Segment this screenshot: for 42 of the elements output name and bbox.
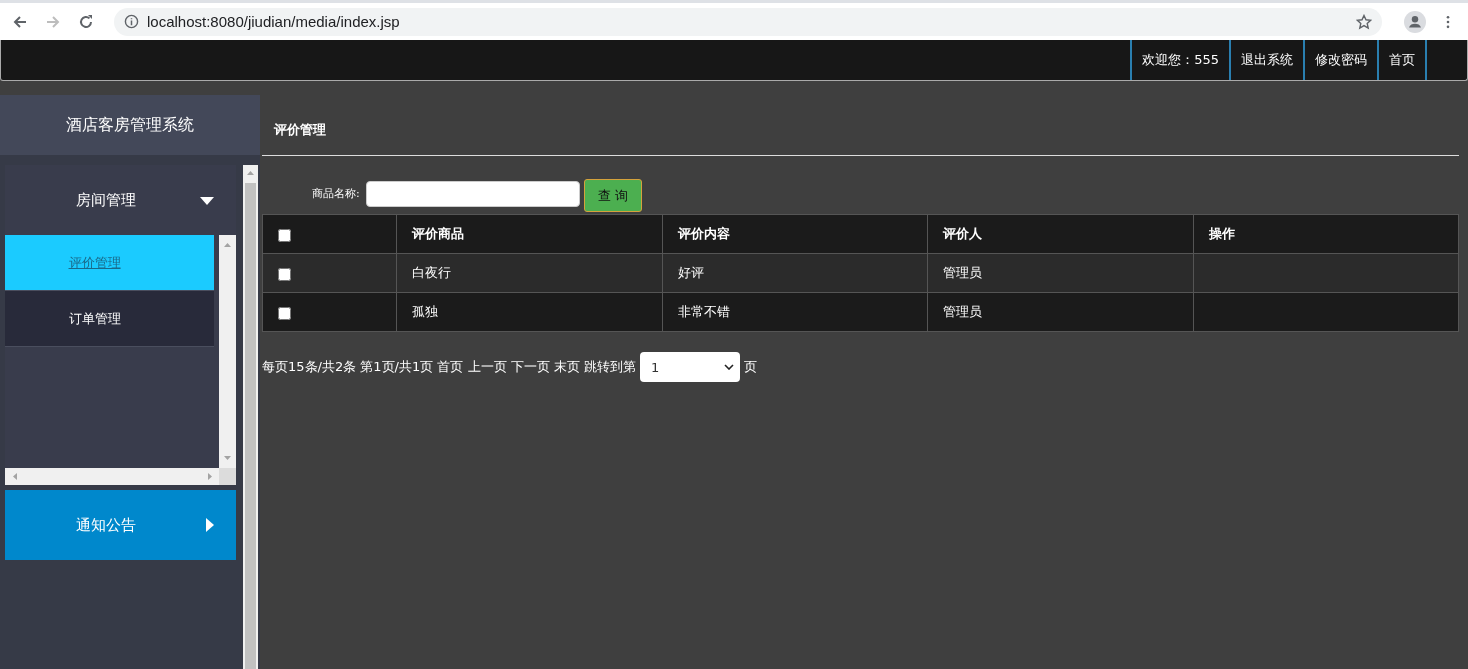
back-icon[interactable] [12, 13, 28, 30]
header-link[interactable]: 修改密码 [1303, 40, 1377, 80]
column-header: 评价人 [927, 214, 1194, 254]
welcome-text: 欢迎您：555 [1130, 40, 1229, 80]
table-cell: 非常不错 [677, 304, 730, 319]
bookmark-star-icon[interactable] [1356, 13, 1372, 30]
profile-avatar-icon[interactable] [1404, 10, 1426, 33]
submenu-item[interactable]: 订单管理 [5, 291, 214, 347]
table-cell: 好评 [677, 265, 704, 280]
table-cell: 管理员 [943, 265, 983, 280]
pagination-text: 每页15条/共2条 第1页/共1页 首页 上一页 下一页 末页 跳转到第 [262, 358, 636, 376]
row-checkbox[interactable] [278, 307, 291, 320]
menu-header[interactable]: 房间管理 [5, 165, 236, 235]
search-label: 商品名称: [312, 186, 360, 201]
horizontal-scrollbar-drawing[interactable] [5, 468, 236, 485]
query-button[interactable]: 查 询 [583, 179, 642, 212]
column-header: 操作 [1193, 214, 1459, 254]
caret-right-icon [206, 518, 214, 532]
table-cell: 白夜行 [412, 265, 452, 280]
header-link[interactable]: 首页 [1377, 40, 1427, 80]
caret-down-icon [200, 197, 214, 205]
menu-icon[interactable] [1446, 14, 1450, 29]
reload-icon[interactable] [78, 13, 94, 30]
column-header: 评价内容 [662, 214, 928, 254]
menu-header[interactable]: 通知公告 [5, 490, 236, 560]
sidebar-scrollbar-drawing[interactable] [243, 165, 258, 669]
system-title: 酒店客房管理系统 [0, 95, 260, 155]
chevron-down-icon [723, 364, 734, 370]
url-text: localhost:8080/jiudian/media/index.jsp [147, 13, 401, 30]
info-icon [124, 14, 139, 29]
select-all-checkbox[interactable] [278, 229, 291, 242]
row-checkbox[interactable] [278, 268, 291, 281]
header-link[interactable]: 退出系统 [1229, 40, 1303, 80]
vertical-scrollbar-drawing[interactable] [219, 235, 236, 468]
page-select[interactable]: 1 [639, 352, 740, 382]
address-bar[interactable]: localhost:8080/jiudian/media/index.jsp [114, 7, 1382, 36]
page-suffix: 页 [743, 358, 757, 376]
table-cell: 管理员 [943, 304, 983, 319]
table-cell: 孤独 [412, 304, 439, 319]
product-name-field[interactable] [365, 180, 580, 207]
column-header: 评价商品 [396, 214, 663, 254]
page-title: 评价管理 [262, 95, 1459, 156]
